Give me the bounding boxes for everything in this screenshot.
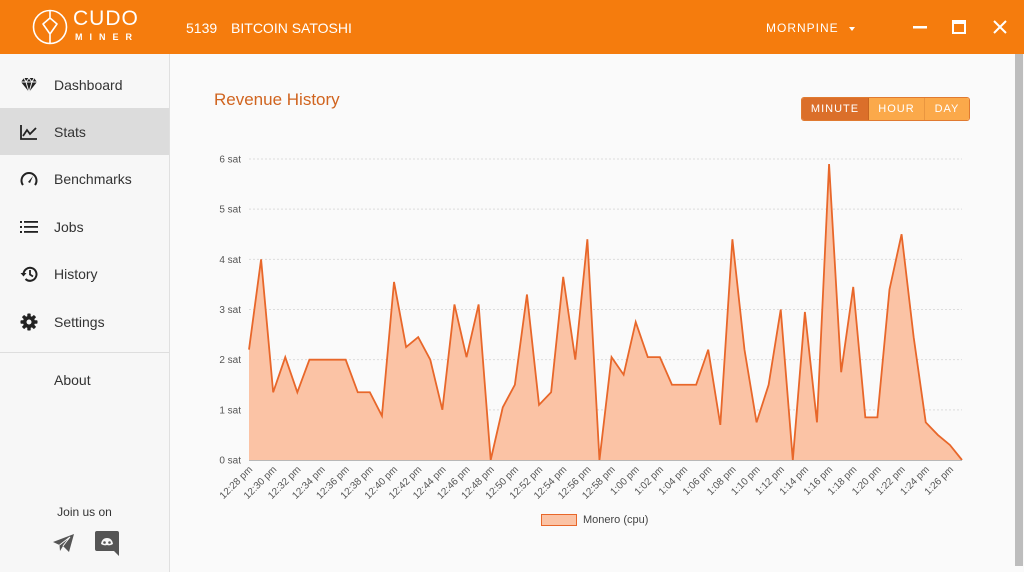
sidebar-item-dashboard[interactable]: Dashboard	[0, 61, 169, 108]
sidebar-item-label: Jobs	[54, 218, 84, 235]
list-icon	[19, 217, 39, 237]
sidebar-item-label: Dashboard	[54, 76, 123, 93]
y-tick-label: 1 sat	[219, 405, 241, 416]
y-tick-label: 3 sat	[219, 305, 241, 316]
page-title: Revenue History	[214, 90, 340, 109]
range-hour-button[interactable]: HOUR	[869, 98, 925, 120]
balance-display: 5139 BITCOIN SATOSHI	[186, 20, 362, 36]
sidebar-item-label: Benchmarks	[54, 170, 132, 187]
cudo-logo-icon	[32, 9, 68, 45]
maximize-icon[interactable]	[946, 14, 972, 40]
logo-line2: MINER	[75, 32, 139, 42]
sidebar-item-stats[interactable]: Stats	[0, 108, 169, 155]
y-tick-label: 2 sat	[219, 355, 241, 366]
logo-line1: CUDO	[73, 7, 139, 30]
sidebar: Dashboard Stats Benchmarks Jobs History …	[0, 54, 170, 572]
sidebar-item-about[interactable]: About	[54, 372, 91, 388]
username: MORNPINE	[766, 21, 839, 35]
range-day-button[interactable]: DAY	[925, 98, 969, 120]
join-us-label: Join us on	[57, 505, 112, 519]
line-chart-icon	[19, 122, 39, 142]
caret-down-icon	[848, 26, 855, 31]
y-tick-label: 5 sat	[219, 205, 241, 216]
history-icon	[19, 264, 39, 284]
balance-unit: BITCOIN SATOSHI	[231, 20, 352, 36]
diamond-icon	[19, 75, 39, 95]
vertical-scrollbar[interactable]	[1014, 54, 1024, 572]
title-bar: CUDO MINER 5139 BITCOIN SATOSHI MORNPINE	[0, 0, 1024, 54]
y-tick-label: 0 sat	[219, 456, 241, 467]
y-tick-label: 6 sat	[219, 155, 241, 166]
sidebar-item-label: Settings	[54, 313, 105, 330]
user-menu[interactable]: MORNPINE	[766, 21, 855, 35]
chart-legend[interactable]: Monero (cpu)	[541, 514, 648, 526]
gear-icon	[19, 312, 39, 332]
legend-label: Monero (cpu)	[583, 514, 649, 526]
minimize-icon[interactable]	[907, 14, 933, 40]
scrollbar-thumb[interactable]	[1015, 54, 1023, 566]
logo-text: CUDO MINER	[73, 7, 139, 42]
revenue-chart: 0 sat1 sat2 sat3 sat4 sat5 sat6 sat12:28…	[218, 155, 963, 502]
y-tick-label: 4 sat	[219, 255, 241, 266]
sidebar-item-benchmarks[interactable]: Benchmarks	[0, 155, 169, 202]
telegram-icon[interactable]	[51, 530, 77, 556]
sidebar-divider	[0, 352, 169, 353]
legend-swatch	[541, 514, 577, 526]
balance-amount: 5139	[186, 20, 218, 36]
range-minute-button[interactable]: MINUTE	[802, 98, 869, 120]
discord-icon[interactable]	[94, 530, 120, 556]
sidebar-item-history[interactable]: History	[0, 250, 169, 297]
sidebar-item-label: Stats	[54, 123, 86, 140]
sidebar-item-jobs[interactable]: Jobs	[0, 203, 169, 250]
time-range-selector: MINUTE HOUR DAY	[801, 97, 970, 121]
close-icon[interactable]	[987, 14, 1013, 40]
sidebar-item-label: History	[54, 265, 98, 282]
sidebar-item-settings[interactable]: Settings	[0, 298, 169, 345]
speedometer-icon	[19, 169, 39, 189]
